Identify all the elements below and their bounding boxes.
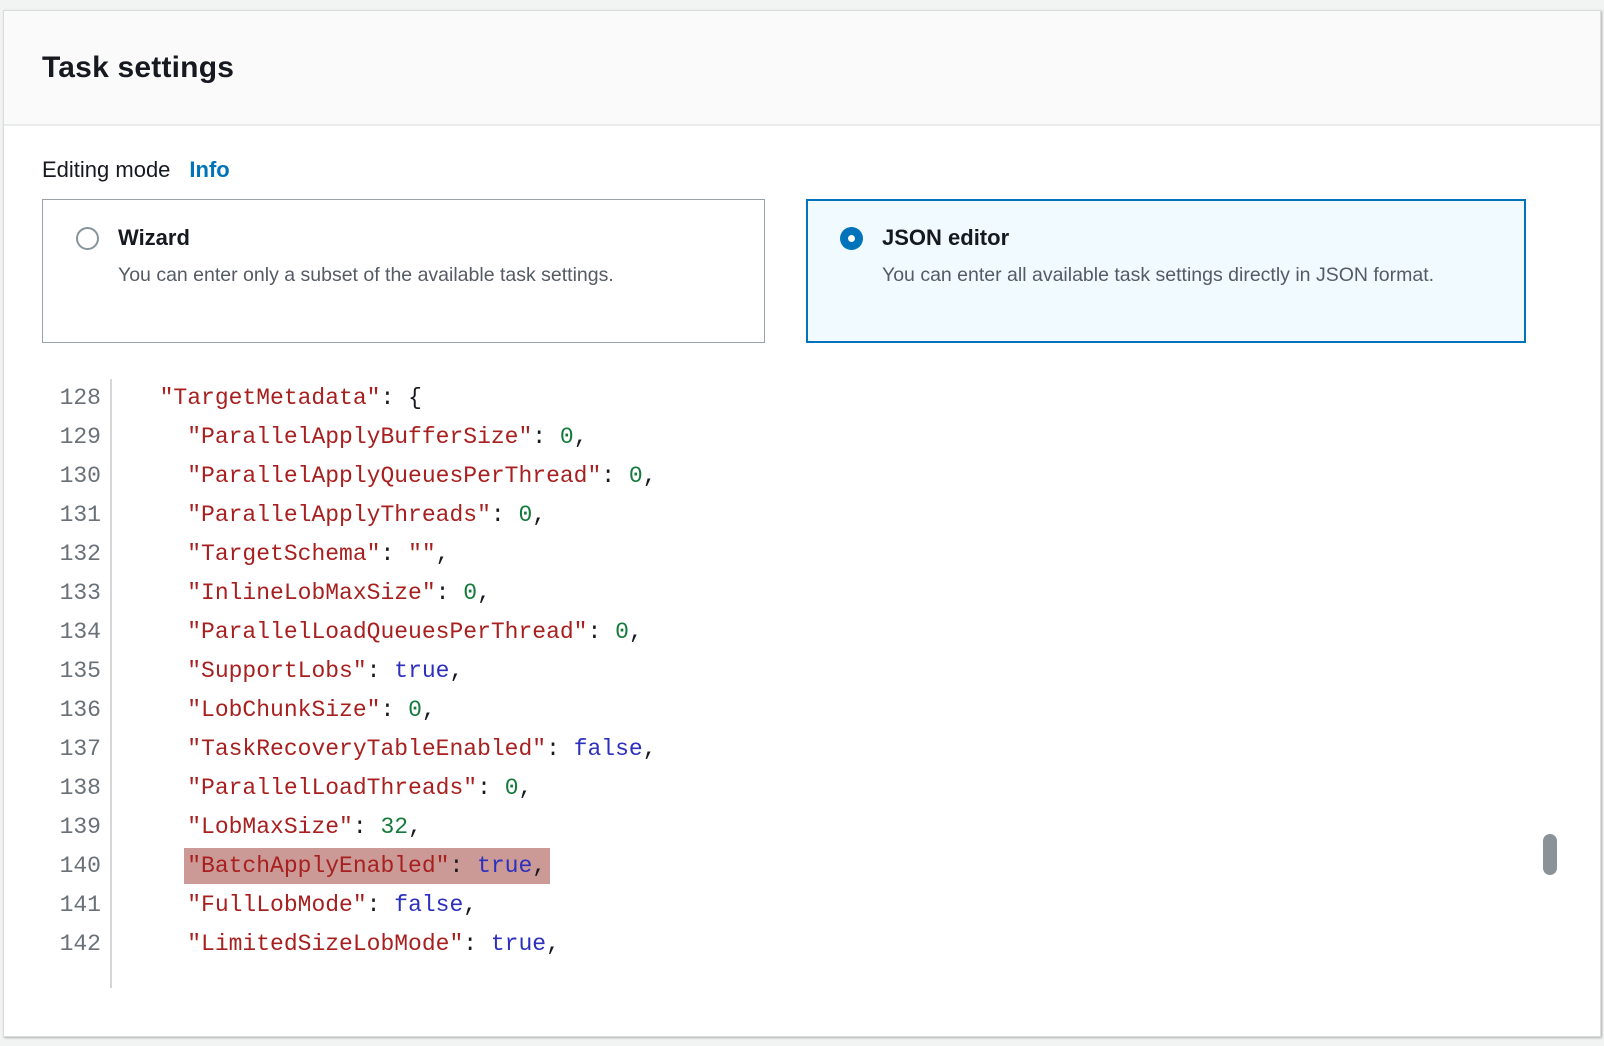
- option-card-wizard[interactable]: Wizard You can enter only a subset of th…: [42, 199, 765, 343]
- panel-body: Editing mode Info Wizard You can enter o…: [4, 126, 1600, 988]
- code-line-text[interactable]: "FullLobMode": false,: [112, 886, 477, 925]
- option-title-wizard: Wizard: [118, 224, 614, 252]
- panel-header: Task settings: [4, 11, 1600, 126]
- code-line-text[interactable]: "ParallelLoadThreads": 0,: [112, 769, 532, 808]
- code-line: 136 "LobChunkSize": 0,: [42, 691, 1562, 730]
- code-line: 137 "TaskRecoveryTableEnabled": false,: [42, 730, 1562, 769]
- line-number: 130: [42, 457, 112, 496]
- option-card-json-editor[interactable]: JSON editor You can enter all available …: [806, 199, 1526, 343]
- line-number: 139: [42, 808, 112, 847]
- code-line-text[interactable]: "ParallelApplyBufferSize": 0,: [112, 418, 588, 457]
- line-number: 128: [42, 379, 112, 418]
- code-line-text[interactable]: "InlineLobMaxSize": 0,: [112, 574, 491, 613]
- line-number: 137: [42, 730, 112, 769]
- code-line-filler: [42, 964, 1562, 988]
- page-title: Task settings: [42, 51, 1600, 85]
- code-line-text[interactable]: "TargetSchema": "",: [112, 535, 449, 574]
- code-line: 135 "SupportLobs": true,: [42, 652, 1562, 691]
- json-editor-radio[interactable]: [840, 227, 863, 250]
- line-number: 136: [42, 691, 112, 730]
- code-line: 140 "BatchApplyEnabled": true,: [42, 847, 1562, 886]
- line-number: 134: [42, 613, 112, 652]
- code-line-text[interactable]: "LobMaxSize": 32,: [112, 808, 422, 847]
- line-number: 133: [42, 574, 112, 613]
- page: Task settings Editing mode Info Wizard Y…: [0, 0, 1604, 1046]
- editing-mode-label: Editing mode: [42, 157, 170, 183]
- code-line: 133 "InlineLobMaxSize": 0,: [42, 574, 1562, 613]
- code-line-text[interactable]: "ParallelApplyThreads": 0,: [112, 496, 546, 535]
- json-code-editor[interactable]: 128 "TargetMetadata": {129 "ParallelAppl…: [42, 379, 1562, 988]
- code-line-text[interactable]: "TargetMetadata": {: [112, 379, 422, 418]
- line-number: 129: [42, 418, 112, 457]
- scrollbar-thumb[interactable]: [1543, 834, 1557, 875]
- line-number: 142: [42, 925, 112, 964]
- code-line-text[interactable]: "LimitedSizeLobMode": true,: [112, 925, 560, 964]
- code-line: 134 "ParallelLoadQueuesPerThread": 0,: [42, 613, 1562, 652]
- wizard-radio[interactable]: [76, 227, 99, 250]
- line-number: 132: [42, 535, 112, 574]
- code-line: 142 "LimitedSizeLobMode": true,: [42, 925, 1562, 964]
- option-title-json-editor: JSON editor: [882, 224, 1434, 252]
- line-number: 138: [42, 769, 112, 808]
- line-number: 141: [42, 886, 112, 925]
- code-line: 132 "TargetSchema": "",: [42, 535, 1562, 574]
- option-text: Wizard You can enter only a subset of th…: [118, 224, 614, 342]
- code-line-text[interactable]: "ParallelApplyQueuesPerThread": 0,: [112, 457, 657, 496]
- option-text: JSON editor You can enter all available …: [882, 224, 1434, 341]
- line-number: 135: [42, 652, 112, 691]
- line-number: 140: [42, 847, 112, 886]
- code-line: 139 "LobMaxSize": 32,: [42, 808, 1562, 847]
- code-line-text[interactable]: "LobChunkSize": 0,: [112, 691, 436, 730]
- line-number: 131: [42, 496, 112, 535]
- editing-mode-row: Editing mode Info: [42, 157, 1562, 183]
- code-line-text[interactable]: "BatchApplyEnabled": true,: [112, 847, 550, 886]
- option-desc-wizard: You can enter only a subset of the avail…: [118, 260, 614, 291]
- highlighted-code: "BatchApplyEnabled": true,: [184, 848, 550, 884]
- code-line: 141 "FullLobMode": false,: [42, 886, 1562, 925]
- code-line: 128 "TargetMetadata": {: [42, 379, 1562, 418]
- code-line-text[interactable]: "TaskRecoveryTableEnabled": false,: [112, 730, 657, 769]
- code-line-text[interactable]: "SupportLobs": true,: [112, 652, 463, 691]
- code-line: 138 "ParallelLoadThreads": 0,: [42, 769, 1562, 808]
- code-line: 130 "ParallelApplyQueuesPerThread": 0,: [42, 457, 1562, 496]
- info-link[interactable]: Info: [189, 157, 229, 183]
- code-line: 131 "ParallelApplyThreads": 0,: [42, 496, 1562, 535]
- editing-mode-options: Wizard You can enter only a subset of th…: [42, 199, 1562, 343]
- task-settings-panel: Task settings Editing mode Info Wizard Y…: [3, 10, 1601, 1037]
- option-desc-json-editor: You can enter all available task setting…: [882, 260, 1434, 291]
- code-line-text[interactable]: "ParallelLoadQueuesPerThread": 0,: [112, 613, 643, 652]
- code-line: 129 "ParallelApplyBufferSize": 0,: [42, 418, 1562, 457]
